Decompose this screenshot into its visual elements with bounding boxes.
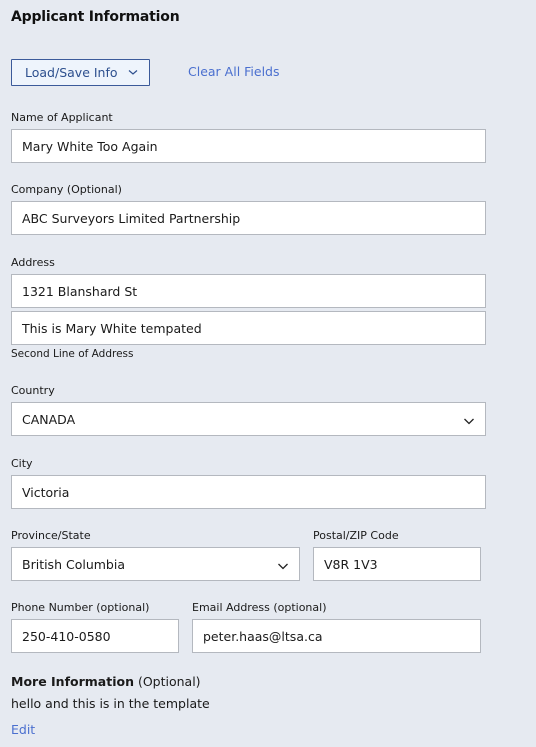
name-input[interactable]: Mary White Too Again — [11, 129, 486, 163]
address-line2-input[interactable]: This is Mary White tempated — [11, 311, 486, 345]
email-input[interactable]: peter.haas@ltsa.ca — [192, 619, 481, 653]
more-info-heading: More Information (Optional) — [11, 674, 201, 689]
country-label: Country — [11, 384, 55, 397]
more-info-title: More Information — [11, 674, 134, 689]
address-label: Address — [11, 256, 55, 269]
company-input[interactable]: ABC Surveyors Limited Partnership — [11, 201, 486, 235]
section-title: Applicant Information — [11, 9, 180, 25]
clear-all-fields-link[interactable]: Clear All Fields — [188, 64, 280, 79]
phone-label: Phone Number (optional) — [11, 601, 150, 614]
more-info-text: hello and this is in the template — [11, 696, 210, 711]
company-label: Company (Optional) — [11, 183, 122, 196]
chevron-down-icon — [463, 414, 475, 425]
city-input[interactable]: Victoria — [11, 475, 486, 509]
load-save-info-button[interactable]: Load/Save Info — [11, 59, 150, 86]
load-save-label: Load/Save Info — [25, 65, 118, 80]
chevron-down-icon — [128, 68, 138, 78]
province-label: Province/State — [11, 529, 91, 542]
more-info-qualifier: (Optional) — [133, 674, 201, 689]
address-line2-hint: Second Line of Address — [11, 348, 134, 360]
city-label: City — [11, 457, 33, 470]
email-label: Email Address (optional) — [192, 601, 327, 614]
country-value: CANADA — [22, 411, 76, 427]
postal-label: Postal/ZIP Code — [313, 529, 399, 542]
province-value: British Columbia — [22, 556, 125, 572]
phone-input[interactable]: 250-410-0580 — [11, 619, 179, 653]
province-select[interactable]: British Columbia — [11, 547, 300, 581]
postal-input[interactable]: V8R 1V3 — [313, 547, 481, 581]
edit-more-info-link[interactable]: Edit — [11, 722, 35, 737]
name-label: Name of Applicant — [11, 111, 113, 124]
country-select[interactable]: CANADA — [11, 402, 486, 436]
chevron-down-icon — [277, 559, 289, 570]
address-line1-input[interactable]: 1321 Blanshard St — [11, 274, 486, 308]
